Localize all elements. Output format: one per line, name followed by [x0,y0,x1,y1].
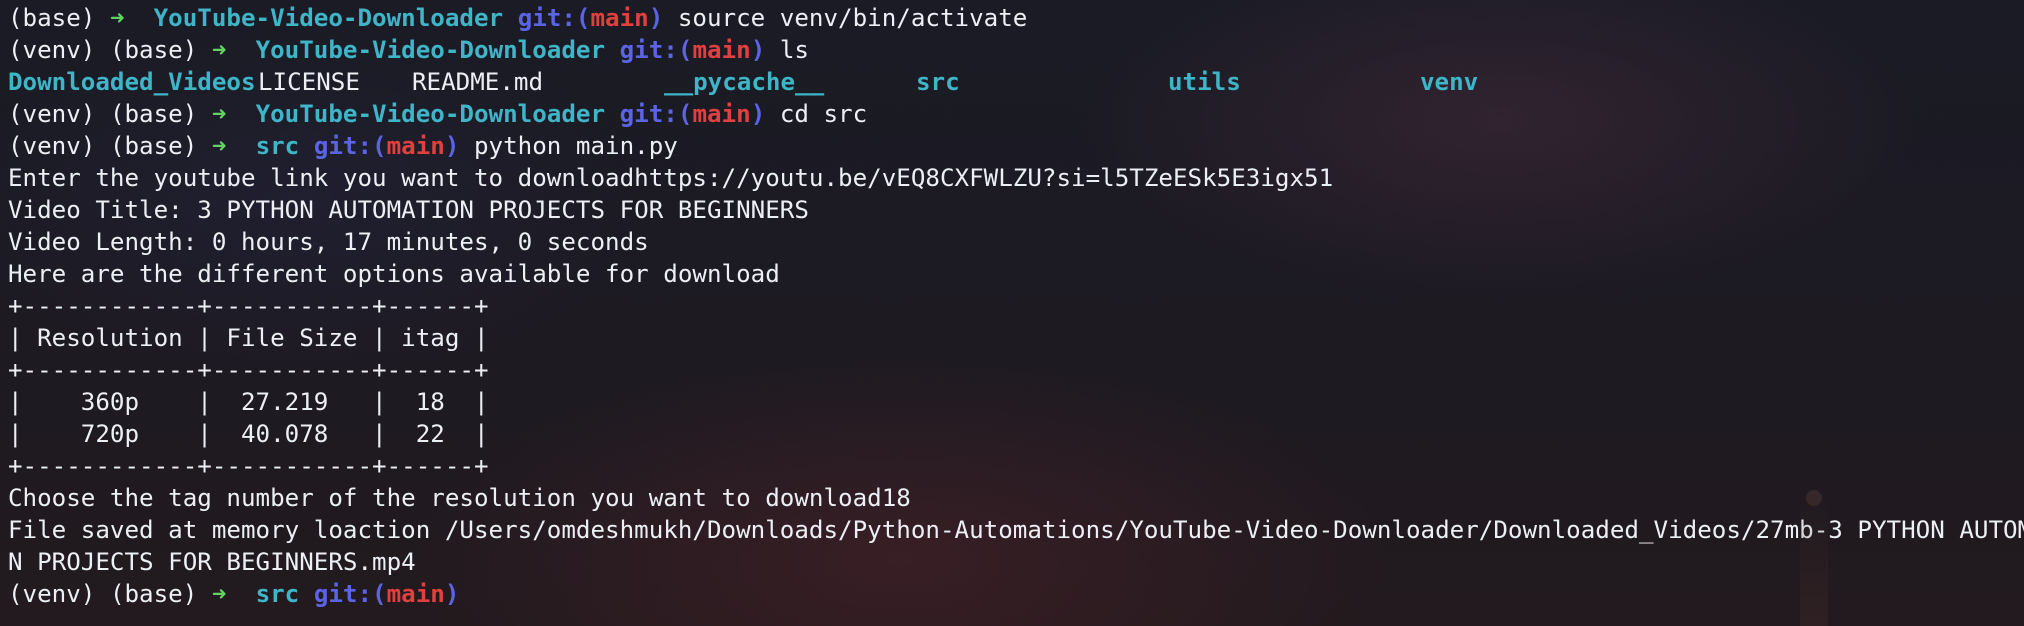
wallpaper-lamp-post [1800,500,1828,626]
git-label-close: ) [750,100,766,128]
git-label: git:( [619,100,693,128]
ls-entry-file: README.md [412,68,544,96]
prompt-arrow: ➜ [211,132,227,160]
conda-env: (base) [109,36,198,64]
current-dir: src [255,580,300,608]
conda-env: (base) [8,4,96,32]
git-label-close: ) [750,36,766,64]
current-dir: YouTube-Video-Downloader [255,36,606,64]
command-text: ls [779,36,809,64]
current-dir: YouTube-Video-Downloader [153,4,504,32]
git-label: git:( [313,132,387,160]
current-prompt-line[interactable]: (venv) (base) ➜ src git:(main) [8,578,2024,610]
current-dir: src [255,132,300,160]
ls-entry-file: LICENSE [258,68,360,96]
prompt-arrow: ➜ [211,100,227,128]
git-branch: main [692,36,751,64]
ls-entry-dir: utils [1168,68,1241,96]
git-branch: main [386,580,445,608]
conda-env: (base) [109,580,198,608]
terminal-line: (venv) (base) ➜ YouTube-Video-Downloader… [8,34,2024,66]
choose-prompt-line: Choose the tag number of the resolution … [8,484,911,512]
saved-path-line-wrap: N PROJECTS FOR BEGINNERS.mp4 [8,548,416,576]
venv-indicator: (venv) [8,36,96,64]
options-header-line: Here are the different options available… [8,260,780,288]
terminal-line: (venv) (base) ➜ src git:(main) python ma… [8,130,2024,162]
conda-env: (base) [109,132,198,160]
command-text: source venv/bin/activate [677,4,1028,32]
video-title-line: Video Title: 3 PYTHON AUTOMATION PROJECT… [8,196,809,224]
ls-entry-dir: venv [1420,68,1479,96]
venv-indicator: (venv) [8,100,96,128]
conda-env: (base) [109,100,198,128]
link-prompt-line: Enter the youtube link you want to downl… [8,164,1334,192]
git-label-close: ) [444,580,460,608]
git-label: git:( [517,4,591,32]
git-label: git:( [313,580,387,608]
ls-output: Downloaded_Videos LICENSE README.md __pycac… [8,66,2024,98]
table-row: | 720p | 40.078 | 22 | [8,420,489,448]
table-border: +------------+-----------+------+ [8,356,489,384]
table-header-row: | Resolution | File Size | itag | [8,324,489,352]
prompt-arrow: ➜ [211,580,227,608]
current-dir: YouTube-Video-Downloader [255,100,606,128]
git-branch: main [590,4,649,32]
options-table: +------------+-----------+------+ | Reso… [8,290,2024,482]
prompt-arrow: ➜ [109,4,125,32]
saved-path-line: File saved at memory loaction /Users/omd… [8,516,2024,544]
table-row: | 360p | 27.219 | 18 | [8,388,489,416]
terminal-line: (venv) (base) ➜ YouTube-Video-Downloader… [8,98,2024,130]
table-border: +------------+-----------+------+ [8,292,489,320]
ls-entry-dir: __pycache__ [664,68,825,96]
table-border: +------------+-----------+------+ [8,452,489,480]
git-label-close: ) [648,4,664,32]
git-branch: main [386,132,445,160]
git-label: git:( [619,36,693,64]
command-text: cd src [779,100,868,128]
git-branch: main [692,100,751,128]
venv-indicator: (venv) [8,580,96,608]
video-length-line: Video Length: 0 hours, 17 minutes, 0 sec… [8,228,649,256]
ls-entry-dir: Downloaded_Videos [8,68,256,96]
terminal-line: (base) ➜ YouTube-Video-Downloader git:(m… [8,2,2024,34]
venv-indicator: (venv) [8,132,96,160]
git-label-close: ) [444,132,460,160]
prompt-arrow: ➜ [211,36,227,64]
command-text: python main.py [474,132,678,160]
ls-entry-dir: src [916,68,960,96]
terminal-window[interactable]: (base) ➜ YouTube-Video-Downloader git:(m… [8,2,2024,610]
